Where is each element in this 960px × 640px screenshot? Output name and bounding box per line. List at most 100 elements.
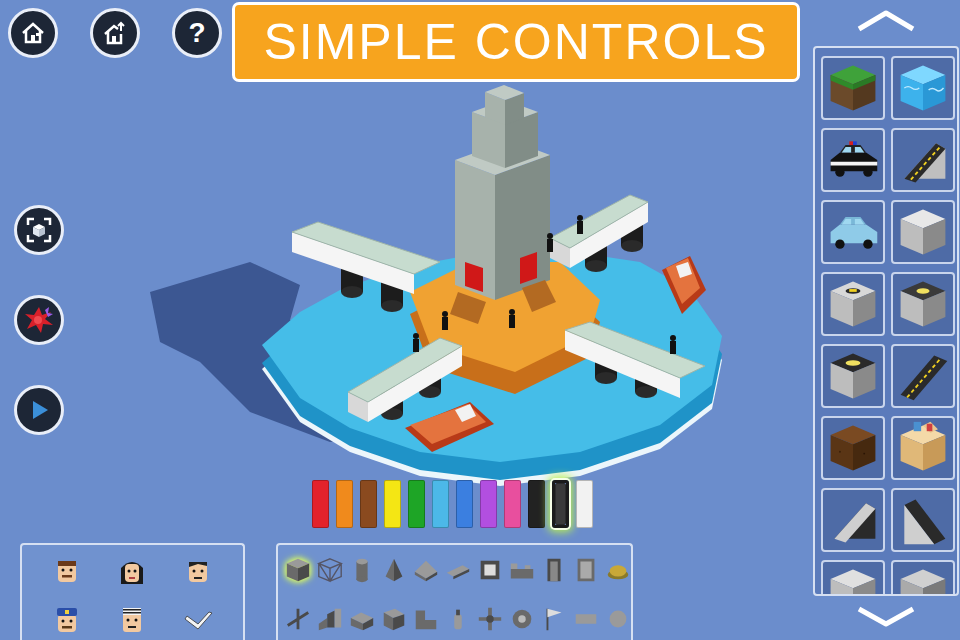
shape-item[interactable] <box>380 604 408 634</box>
shape-item[interactable] <box>380 555 408 585</box>
block-item[interactable] <box>821 344 885 408</box>
shape-item[interactable] <box>444 604 472 634</box>
shape-icon <box>412 556 440 584</box>
person <box>442 311 448 330</box>
shape-item[interactable] <box>540 555 568 585</box>
block-item[interactable] <box>821 272 885 336</box>
color-swatch[interactable] <box>432 480 449 528</box>
color-swatch[interactable] <box>360 480 377 528</box>
help-button[interactable]: ? <box>172 8 222 58</box>
home-button[interactable] <box>8 8 58 58</box>
character-item[interactable] <box>181 606 215 636</box>
shape-item[interactable] <box>348 604 376 634</box>
color-swatch[interactable] <box>528 480 545 528</box>
shape-item[interactable] <box>412 604 440 634</box>
camera-frame-button[interactable] <box>14 205 64 255</box>
color-swatch[interactable] <box>552 480 569 528</box>
swatch-fill <box>336 480 353 528</box>
block-item[interactable] <box>821 560 885 596</box>
block-icon <box>895 348 951 404</box>
chevron-down-icon <box>855 604 917 628</box>
shape-item[interactable] <box>412 555 440 585</box>
character-item[interactable] <box>50 557 84 587</box>
block-item[interactable] <box>891 128 955 192</box>
shape-item[interactable] <box>540 604 568 634</box>
shape-icon <box>572 605 600 633</box>
shape-icon <box>476 556 504 584</box>
shape-item[interactable] <box>284 604 312 634</box>
block-icon <box>895 420 951 476</box>
block-icon <box>825 132 881 188</box>
character-item[interactable] <box>115 557 149 587</box>
block-item[interactable] <box>891 488 955 552</box>
scroll-down-button[interactable] <box>855 604 917 632</box>
color-swatch[interactable] <box>480 480 497 528</box>
swatch-fill <box>456 480 473 528</box>
color-swatch[interactable] <box>408 480 425 528</box>
shape-item[interactable] <box>476 604 504 634</box>
block-icon <box>825 60 881 116</box>
block-item[interactable] <box>891 200 955 264</box>
block-item[interactable] <box>891 560 955 596</box>
shape-icon <box>412 605 440 633</box>
block-icon <box>895 132 951 188</box>
chevron-up-icon <box>855 8 917 32</box>
block-item[interactable] <box>891 344 955 408</box>
explode-button[interactable] <box>14 295 64 345</box>
block-item[interactable] <box>891 272 955 336</box>
character-face-icon <box>116 556 148 588</box>
block-item[interactable] <box>891 416 955 480</box>
shape-item[interactable] <box>604 604 632 634</box>
color-swatch[interactable] <box>576 480 593 528</box>
top-toolbar: ? SIMPLE CONTROLS <box>0 0 812 90</box>
bottom-palettes <box>0 543 812 640</box>
help-label: ? <box>188 19 205 47</box>
ui-layer: ? SIMPLE CONTROLS <box>0 0 960 640</box>
shape-item[interactable] <box>444 555 472 585</box>
block-item[interactable] <box>821 488 885 552</box>
shape-icon <box>572 556 600 584</box>
block-icon <box>825 204 881 260</box>
shape-item[interactable] <box>348 555 376 585</box>
play-button[interactable] <box>14 385 64 435</box>
block-item[interactable] <box>821 128 885 192</box>
shape-item[interactable] <box>508 555 536 585</box>
color-swatch[interactable] <box>504 480 521 528</box>
shape-item[interactable] <box>316 604 344 634</box>
shape-icon <box>380 556 408 584</box>
left-column: ? SIMPLE CONTROLS <box>0 0 812 640</box>
block-item[interactable] <box>821 200 885 264</box>
shape-item[interactable] <box>476 555 504 585</box>
shape-item[interactable] <box>316 555 344 585</box>
color-palette <box>0 479 812 543</box>
block-icon <box>825 348 881 404</box>
person <box>577 215 583 234</box>
character-face-icon <box>116 605 148 637</box>
play-icon <box>26 397 52 423</box>
shape-item[interactable] <box>284 555 312 585</box>
swatch-fill <box>384 480 401 528</box>
save-button[interactable] <box>90 8 140 58</box>
color-swatch[interactable] <box>384 480 401 528</box>
color-swatch[interactable] <box>312 480 329 528</box>
character-item[interactable] <box>50 606 84 636</box>
color-swatch[interactable] <box>336 480 353 528</box>
block-item[interactable] <box>821 56 885 120</box>
character-item[interactable] <box>115 606 149 636</box>
scroll-up-button[interactable] <box>855 8 917 36</box>
block-icon <box>825 564 881 596</box>
block-sidebar <box>812 0 960 640</box>
block-item[interactable] <box>821 416 885 480</box>
banner-title: SIMPLE CONTROLS <box>263 13 768 71</box>
shape-item[interactable] <box>572 604 600 634</box>
shape-item[interactable] <box>572 555 600 585</box>
block-item[interactable] <box>891 56 955 120</box>
shape-icon <box>284 605 312 633</box>
character-item[interactable] <box>181 557 215 587</box>
character-face-icon <box>51 605 83 637</box>
shape-icon <box>348 605 376 633</box>
color-swatch[interactable] <box>456 480 473 528</box>
shape-item[interactable] <box>604 555 632 585</box>
block-icon <box>895 564 951 596</box>
shape-item[interactable] <box>508 604 536 634</box>
